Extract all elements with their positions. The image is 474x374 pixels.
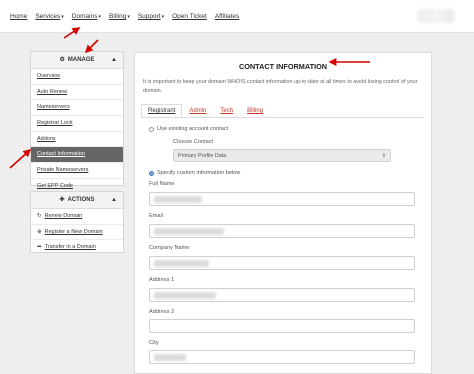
choose-contact-value: Primary Profile Data — [178, 153, 227, 159]
sidebar-item-nameservers[interactable]: Nameservers — [31, 100, 123, 117]
sidebar-item-registrar-lock[interactable]: Registrar Lock — [31, 116, 123, 132]
arrow-to-contact-info — [9, 148, 32, 169]
nav-domains[interactable]: Domains▾ — [72, 13, 101, 20]
account-menu-blurred[interactable] — [418, 9, 454, 23]
manage-title: MANAGE — [67, 57, 95, 63]
radio-use-existing[interactable] — [149, 126, 154, 132]
actions-panel-header[interactable]: ✚ ACTIONS ▲ — [31, 192, 123, 209]
nav-affiliates[interactable]: Affiliates — [215, 13, 239, 20]
company-name-label: Company Name — [149, 245, 190, 251]
address2-field[interactable] — [149, 319, 415, 333]
plus-icon: ✚ — [59, 197, 65, 203]
nav-open-ticket[interactable]: Open Ticket — [172, 13, 207, 20]
address1-field[interactable] — [149, 288, 415, 302]
use-existing-contact-option[interactable]: Use existing account contact — [149, 126, 228, 132]
sidebar-item-auto-renew[interactable]: Auto Renew — [31, 85, 123, 101]
caret-down-icon: ▾ — [161, 14, 165, 20]
refresh-icon: ↻ — [37, 213, 42, 219]
action-transfer-domain[interactable]: ➦ Transfer in a Domain — [31, 240, 123, 255]
caret-down-icon: ▾ — [127, 14, 130, 20]
full-name-label: Full Name — [149, 181, 175, 187]
tabs-divider — [141, 117, 423, 118]
company-name-field[interactable] — [149, 256, 415, 270]
transfer-icon: ➦ — [37, 244, 42, 251]
use-existing-label: Use existing account contact — [157, 126, 229, 132]
main-nav: Home Services▾ Domains▾ Billing▾ Support… — [10, 13, 247, 20]
full-name-field[interactable] — [149, 192, 415, 206]
caret-down-icon: ▾ — [98, 14, 101, 20]
chevron-up-icon[interactable]: ▲ — [111, 52, 117, 68]
caret-down-icon: ▾ — [61, 14, 64, 20]
email-field[interactable] — [149, 224, 415, 238]
specify-custom-label: Specify custom information below — [157, 170, 241, 176]
sidebar-item-addons[interactable]: Addons — [31, 132, 123, 148]
email-label: Email — [149, 213, 163, 219]
actions-panel: ✚ ACTIONS ▲ ↻ Renew Domain ⊕ Register a New… — [30, 191, 124, 253]
city-field[interactable] — [149, 350, 415, 364]
globe-icon: ⊕ — [37, 228, 42, 235]
action-register-new-domain[interactable]: ⊕ Register a New Domain — [31, 225, 123, 241]
chevron-up-icon[interactable]: ▲ — [111, 192, 117, 208]
city-label: City — [149, 340, 159, 346]
action-renew-domain[interactable]: ↻ Renew Domain — [31, 209, 123, 225]
sidebar-item-overview[interactable]: Overview — [31, 69, 123, 85]
address1-label: Address 1 — [149, 277, 175, 283]
contact-tabs: Registrant Admin Tech Billing — [141, 104, 270, 117]
tab-billing[interactable]: Billing — [240, 104, 270, 117]
tab-tech[interactable]: Tech — [213, 104, 240, 117]
sidebar-item-private-nameservers[interactable]: Private Nameservers — [31, 163, 123, 179]
choose-contact-select[interactable]: Primary Profile Data ⇕ — [173, 149, 391, 162]
sidebar-item-contact-information[interactable]: Contact Information — [31, 147, 123, 164]
nav-services[interactable]: Services▾ — [35, 13, 63, 20]
page-description: It is important to keep your domain WHOI… — [143, 79, 418, 94]
gear-icon: ⚙ — [59, 57, 65, 63]
select-arrows-icon: ⇕ — [381, 153, 386, 159]
nav-support[interactable]: Support▾ — [138, 13, 164, 20]
address2-label: Address 2 — [149, 309, 175, 315]
tab-admin[interactable]: Admin — [182, 104, 213, 117]
page-title: CONTACT INFORMATION — [238, 62, 328, 71]
manage-panel-header[interactable]: ⚙ MANAGE ▲ — [31, 52, 123, 69]
nav-billing[interactable]: Billing▾ — [109, 13, 130, 20]
manage-panel: ⚙ MANAGE ▲ Overview Auto Renew Nameserver… — [30, 51, 124, 189]
actions-title: ACTIONS — [67, 197, 95, 203]
contact-info-card: CONTACT INFORMATION It is important to k… — [134, 52, 432, 374]
radio-specify-custom[interactable] — [149, 170, 154, 176]
top-navbar: Home Services▾ Domains▾ Billing▾ Support… — [0, 0, 474, 33]
specify-custom-option[interactable]: Specify custom information below — [149, 170, 240, 176]
nav-home[interactable]: Home — [10, 13, 27, 20]
choose-contact-label: Choose Contact — [173, 139, 214, 145]
tab-registrant[interactable]: Registrant — [141, 104, 183, 117]
